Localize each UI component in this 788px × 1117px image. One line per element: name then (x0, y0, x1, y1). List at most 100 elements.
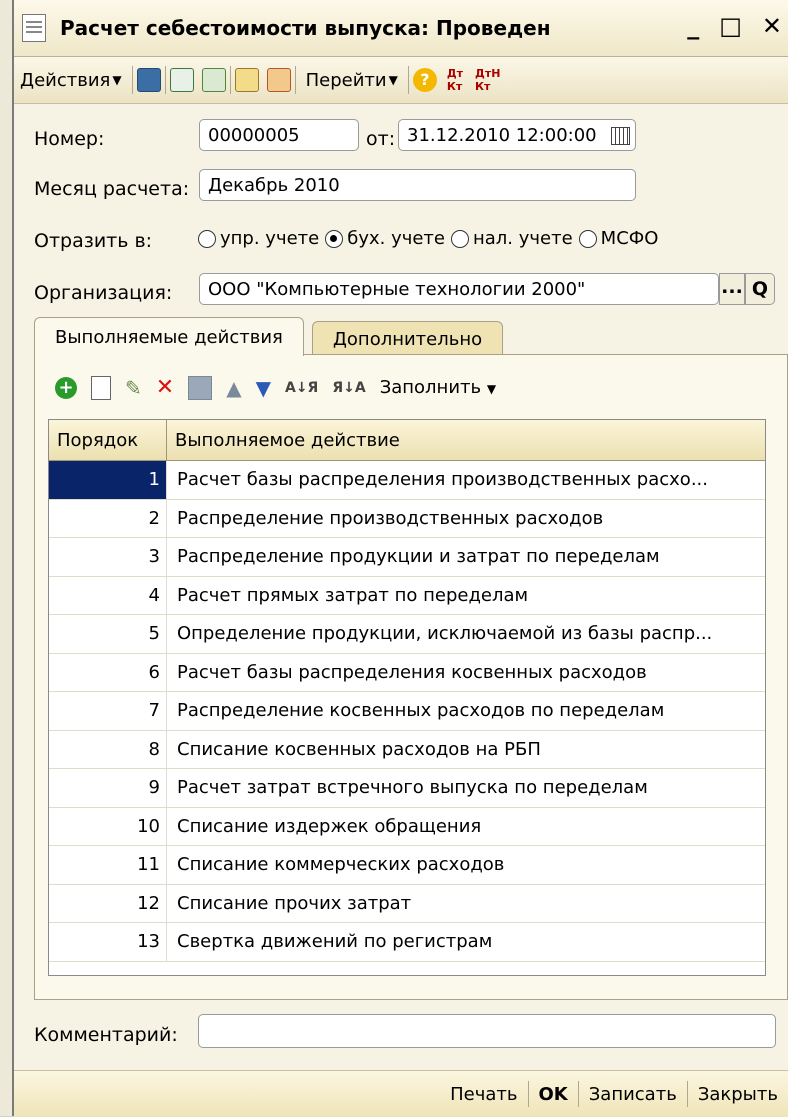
table-row[interactable]: 5 Определение продукции, исключаемой из б… (49, 615, 765, 654)
movement-report-icon[interactable] (234, 68, 259, 92)
table-row[interactable]: 3 Распределение продукции и затрат по пер… (49, 538, 765, 577)
actions-table: Порядок Выполняемое действие 1 Расчет баз… (48, 419, 766, 976)
window-title: Расчет себестоимости выпуска: Проведен (60, 16, 551, 40)
radio-acc[interactable]: бух. учете (325, 228, 445, 249)
action-cell: Распределение косвенных расходов по пере… (177, 700, 665, 722)
order-cell: 11 (49, 846, 167, 884)
order-cell: 13 (49, 923, 167, 961)
radio-dot-icon (198, 229, 216, 248)
ok-button[interactable]: OK (529, 1084, 578, 1105)
tab-actions[interactable]: Выполняемые действия (34, 317, 304, 356)
search-icon[interactable]: Q (745, 273, 775, 305)
radio-ifrs[interactable]: МСФО (578, 228, 659, 249)
order-cell: 4 (49, 576, 167, 614)
arrow-up-icon[interactable]: ▲ (226, 376, 241, 400)
structure-icon[interactable] (266, 68, 291, 92)
tab-strip: Выполняемые действия Дополнительно (34, 317, 504, 356)
comment-field[interactable] (198, 1014, 776, 1048)
action-cell: Определение продукции, исключаемой из ба… (177, 623, 713, 645)
column-header-order[interactable]: Порядок (49, 420, 167, 460)
table-row[interactable]: 13 Свертка движений по регистрам (49, 923, 765, 962)
comment-label: Комментарий: (34, 1024, 178, 1046)
order-cell: 6 (49, 653, 167, 691)
radio-tax-label: нал. учете (473, 228, 573, 249)
table-row[interactable]: 1 Расчет базы распределения производствен… (49, 461, 765, 500)
table-row[interactable]: 11 Списание коммерческих расходов (49, 846, 765, 885)
actions-menu[interactable]: Действия ▼ (14, 70, 128, 91)
order-cell: 9 (49, 769, 167, 807)
title-bar: Расчет себестоимости выпуска: Проведен _… (14, 0, 788, 57)
print-button[interactable]: Печать (440, 1084, 527, 1105)
radio-mgmt[interactable]: упр. учете (198, 228, 319, 249)
document-window: Расчет себестоимости выпуска: Проведен _… (12, 0, 788, 1117)
end-edit-icon[interactable] (188, 375, 213, 400)
order-cell: 10 (49, 807, 167, 845)
table-row[interactable]: 7 Распределение косвенных расходов по пер… (49, 692, 765, 731)
reflect-radio-group: упр. учете бух. учете нал. учете МСФО (198, 228, 664, 249)
edit-icon[interactable]: ✎ (125, 376, 142, 400)
radio-tax[interactable]: нал. учете (451, 228, 573, 249)
main-toolbar: Действия ▼ Перейти ▼ ? Дт Кт ДтН Кт (14, 57, 788, 104)
add-icon[interactable]: + (55, 376, 77, 399)
copy-document-icon[interactable] (201, 68, 226, 92)
action-cell: Расчет базы распределения косвенных расх… (177, 661, 647, 683)
radio-ifrs-label: МСФО (600, 228, 659, 249)
reflect-label: Отразить в: (34, 230, 153, 252)
org-label: Организация: (34, 282, 173, 304)
month-label: Месяц расчета: (34, 178, 190, 200)
fill-menu[interactable]: Заполнить ▼ (380, 377, 496, 398)
radio-mgmt-label: упр. учете (220, 228, 320, 249)
table-row[interactable]: 2 Распределение производственных расходов (49, 499, 765, 538)
close-window-button[interactable]: ✕ (762, 12, 782, 40)
column-header-action[interactable]: Выполняемое действие (167, 420, 765, 460)
maximize-button[interactable]: □ (719, 12, 742, 40)
actions-panel: + ✎ ✕ ▲ ▼ А↓Я Я↓А Заполнить ▼ Порядок Вы… (34, 354, 788, 1000)
order-cell: 5 (49, 615, 167, 653)
table-row[interactable]: 6 Расчет базы распределения косвенных рас… (49, 653, 765, 692)
table-toolbar: + ✎ ✕ ▲ ▼ А↓Я Я↓А Заполнить ▼ (55, 375, 496, 400)
copy-row-icon[interactable] (91, 375, 111, 400)
org-field[interactable]: ООО "Компьютерные технологии 2000" (199, 273, 719, 305)
order-cell: 3 (49, 538, 167, 576)
order-cell: 12 (49, 884, 167, 922)
order-cell: 1 (49, 461, 167, 499)
post-document-icon[interactable] (136, 68, 161, 92)
month-field[interactable]: Декабрь 2010 (199, 169, 636, 201)
goto-menu[interactable]: Перейти ▼ (300, 70, 404, 91)
dt-kt-n-icon[interactable]: ДтН Кт (475, 67, 500, 93)
calendar-icon[interactable] (611, 127, 630, 145)
actions-label: Действия (20, 69, 111, 91)
sort-desc-icon[interactable]: Я↓А (332, 380, 365, 396)
table-row[interactable]: 8 Списание косвенных расходов на РБП (49, 730, 765, 769)
delete-icon[interactable]: ✕ (156, 375, 174, 400)
table-row[interactable]: 12 Списание прочих затрат (49, 884, 765, 923)
action-cell: Расчет базы распределения производственн… (177, 469, 708, 491)
action-cell: Списание косвенных расходов на РБП (177, 738, 541, 760)
action-cell: Распределение продукции и затрат по пере… (177, 546, 660, 568)
table-row[interactable]: 10 Списание издержек обращения (49, 807, 765, 846)
help-icon[interactable]: ? (412, 68, 437, 92)
order-cell: 2 (49, 499, 167, 537)
tab-additional[interactable]: Дополнительно (311, 321, 504, 356)
action-cell: Расчет прямых затрат по переделам (177, 584, 529, 606)
action-cell: Списание прочих затрат (177, 892, 412, 914)
sort-asc-icon[interactable]: А↓Я (285, 380, 318, 396)
radio-acc-label: бух. учете (347, 228, 445, 249)
table-row[interactable]: 4 Расчет прямых затрат по переделам (49, 576, 765, 615)
document-icon (22, 14, 46, 42)
date-field[interactable]: 31.12.2010 12:00:00 (398, 119, 636, 151)
action-cell: Свертка движений по регистрам (177, 931, 493, 953)
chevron-down-icon: ▼ (388, 73, 398, 87)
refresh-icon[interactable] (169, 68, 194, 92)
arrow-down-icon[interactable]: ▼ (256, 376, 271, 400)
action-cell: Списание издержек обращения (177, 815, 482, 837)
close-button[interactable]: Закрыть (688, 1084, 788, 1105)
fill-label: Заполнить (379, 377, 482, 398)
dt-kt-icon[interactable]: Дт Кт (447, 67, 463, 93)
number-field[interactable]: 00000005 (199, 119, 359, 151)
action-cell: Расчет затрат встречного выпуска по пере… (177, 777, 648, 799)
save-button[interactable]: Записать (579, 1084, 687, 1105)
org-select-button[interactable]: ... (719, 273, 745, 305)
minimize-button[interactable]: _ (687, 12, 699, 40)
table-row[interactable]: 9 Расчет затрат встречного выпуска по пер… (49, 769, 765, 808)
